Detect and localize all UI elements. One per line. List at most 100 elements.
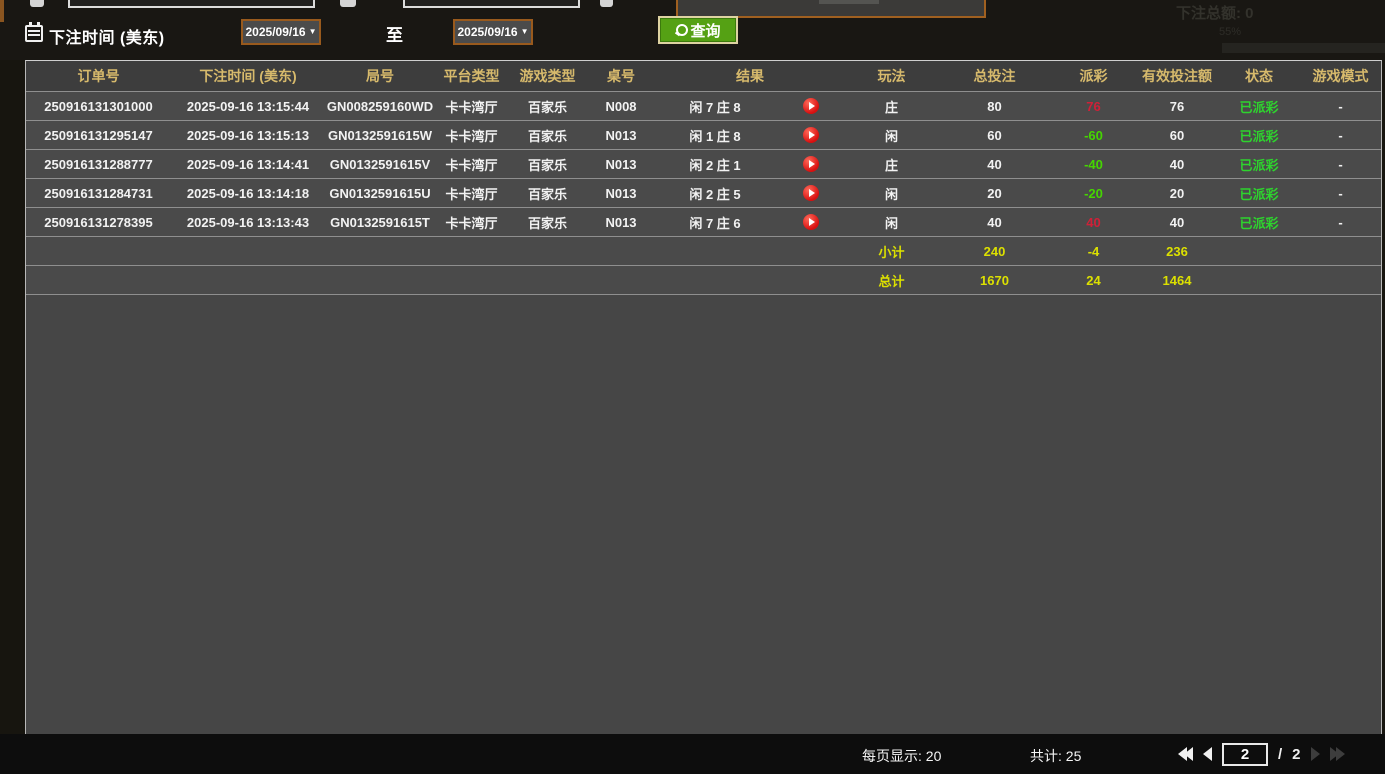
previous-page-icon[interactable] [1203,747,1212,761]
cell-order-id: 250916131278395 [26,208,171,236]
cell-game-type: 百家乐 [508,150,587,178]
table-row: 250916131295147 2025-09-16 13:15:13 GN01… [26,120,1381,149]
grand-total-payout: 24 [1051,266,1136,294]
cell-payout: 76 [1051,92,1136,120]
cropped-text-input[interactable] [68,0,315,8]
cell-total-bet: 80 [938,92,1051,120]
cell-bet-time: 2025-09-16 13:13:43 [171,208,325,236]
subtotal-label: 小计 [845,237,938,265]
result-text: 闲 7 庄 8 [655,97,775,116]
date-range-to-label: 至 [386,21,403,46]
cell-result: 闲 7 庄 6 [655,208,845,236]
cell-total-bet: 20 [938,179,1051,207]
result-text: 闲 1 庄 8 [655,126,775,145]
replay-video-icon[interactable] [803,185,819,201]
cell-total-bet: 40 [938,208,1051,236]
table-row: 250916131301000 2025-09-16 13:15:44 GN00… [26,91,1381,120]
cell-bet-time: 2025-09-16 13:15:13 [171,121,325,149]
replay-video-icon[interactable] [803,127,819,143]
cell-bet-time: 2025-09-16 13:14:41 [171,150,325,178]
search-icon [675,24,688,37]
cell-bet-time: 2025-09-16 13:15:44 [171,92,325,120]
cell-round-id: GN008259160WD [325,92,435,120]
subtotal-total-bet: 240 [938,237,1051,265]
cropped-text-input[interactable] [403,0,580,8]
dropdown-text-sliver [819,0,879,4]
cell-payout: 40 [1051,208,1136,236]
cell-platform: 卡卡湾厅 [435,150,508,178]
col-header-round-id: 局号 [325,61,435,91]
cell-payout: -20 [1051,179,1136,207]
cropped-icon [340,0,356,7]
col-header-table-no: 桌号 [587,61,655,91]
col-header-valid-bet: 有效投注额 [1136,61,1218,91]
cell-result: 闲 1 庄 8 [655,121,845,149]
empty-table-area [26,294,1381,774]
cell-total-bet: 40 [938,150,1051,178]
cell-valid-bet: 40 [1136,150,1218,178]
subtotal-payout: -4 [1051,237,1136,265]
cell-game-mode: - [1300,150,1381,178]
first-page-icon[interactable] [1178,747,1193,761]
replay-video-icon[interactable] [803,214,819,230]
query-button[interactable]: 查询 [658,16,738,44]
query-toolbar: 下注时间 (美东) 2025/09/16▼ 至 2025/09/16▼ 查询 下… [0,0,1385,60]
subtotal-valid-bet: 236 [1136,237,1218,265]
date-to-picker[interactable]: 2025/09/16▼ [453,19,533,45]
cell-status: 已派彩 [1218,150,1300,178]
grand-total-row: 总计 1670 24 1464 [26,265,1381,294]
grand-total-total-bet: 1670 [938,266,1051,294]
cell-order-id: 250916131284731 [26,179,171,207]
last-page-icon[interactable] [1330,747,1345,761]
table-row: 250916131288777 2025-09-16 13:14:41 GN01… [26,149,1381,178]
left-edge-accent [0,0,4,22]
cell-round-id: GN0132591615U [325,179,435,207]
col-header-play: 玩法 [845,61,938,91]
pagination-bar: 每页显示: 20 共计: 25 2 / 2 [0,734,1385,774]
grand-total-valid-bet: 1464 [1136,266,1218,294]
total-pages-label: 2 [1292,746,1300,763]
table-row: 250916131284731 2025-09-16 13:14:18 GN01… [26,178,1381,207]
cell-table-no: N013 [587,208,655,236]
cell-payout: -40 [1051,150,1136,178]
cropped-icon [600,0,613,7]
cell-valid-bet: 40 [1136,208,1218,236]
cropped-icon [30,0,44,7]
page-number-input[interactable]: 2 [1222,743,1268,766]
cell-table-no: N008 [587,92,655,120]
grand-total-label: 总计 [845,266,938,294]
result-text: 闲 7 庄 6 [655,213,775,232]
cell-round-id: GN0132591615V [325,150,435,178]
cell-platform: 卡卡湾厅 [435,92,508,120]
cell-result: 闲 2 庄 5 [655,179,845,207]
cell-game-mode: - [1300,179,1381,207]
cell-status: 已派彩 [1218,92,1300,120]
col-header-order-id: 订单号 [26,61,171,91]
cell-table-no: N013 [587,150,655,178]
bet-records-table: 订单号 下注时间 (美东) 局号 平台类型 游戏类型 桌号 结果 玩法 总投注 … [25,60,1382,734]
date-to-value: 2025/09/16 [458,25,518,39]
per-page-label: 每页显示: 20 [862,746,941,766]
cell-play: 庄 [845,150,938,178]
replay-video-icon[interactable] [803,156,819,172]
col-header-status: 状态 [1218,61,1300,91]
table-header-row: 订单号 下注时间 (美东) 局号 平台类型 游戏类型 桌号 结果 玩法 总投注 … [26,61,1381,91]
bet-time-filter-label: 下注时间 (美东) [49,24,165,48]
table-row: 250916131278395 2025-09-16 13:13:43 GN01… [26,207,1381,236]
total-count-label: 共计: 25 [1030,746,1081,766]
next-page-icon[interactable] [1311,747,1320,761]
result-text: 闲 2 庄 1 [655,155,775,174]
page-separator: / [1278,746,1282,763]
cell-valid-bet: 20 [1136,179,1218,207]
cell-result: 闲 7 庄 8 [655,92,845,120]
col-header-total-bet: 总投注 [938,61,1051,91]
cell-total-bet: 60 [938,121,1051,149]
faint-background-total-bet: 下注总额: 0 [1176,2,1254,23]
table-body: 250916131301000 2025-09-16 13:15:44 GN00… [26,91,1381,236]
cell-play: 庄 [845,92,938,120]
replay-video-icon[interactable] [803,98,819,114]
pager-controls: 2 / 2 [1178,738,1345,770]
cell-result: 闲 2 庄 1 [655,150,845,178]
cell-platform: 卡卡湾厅 [435,121,508,149]
date-from-picker[interactable]: 2025/09/16▼ [241,19,321,45]
